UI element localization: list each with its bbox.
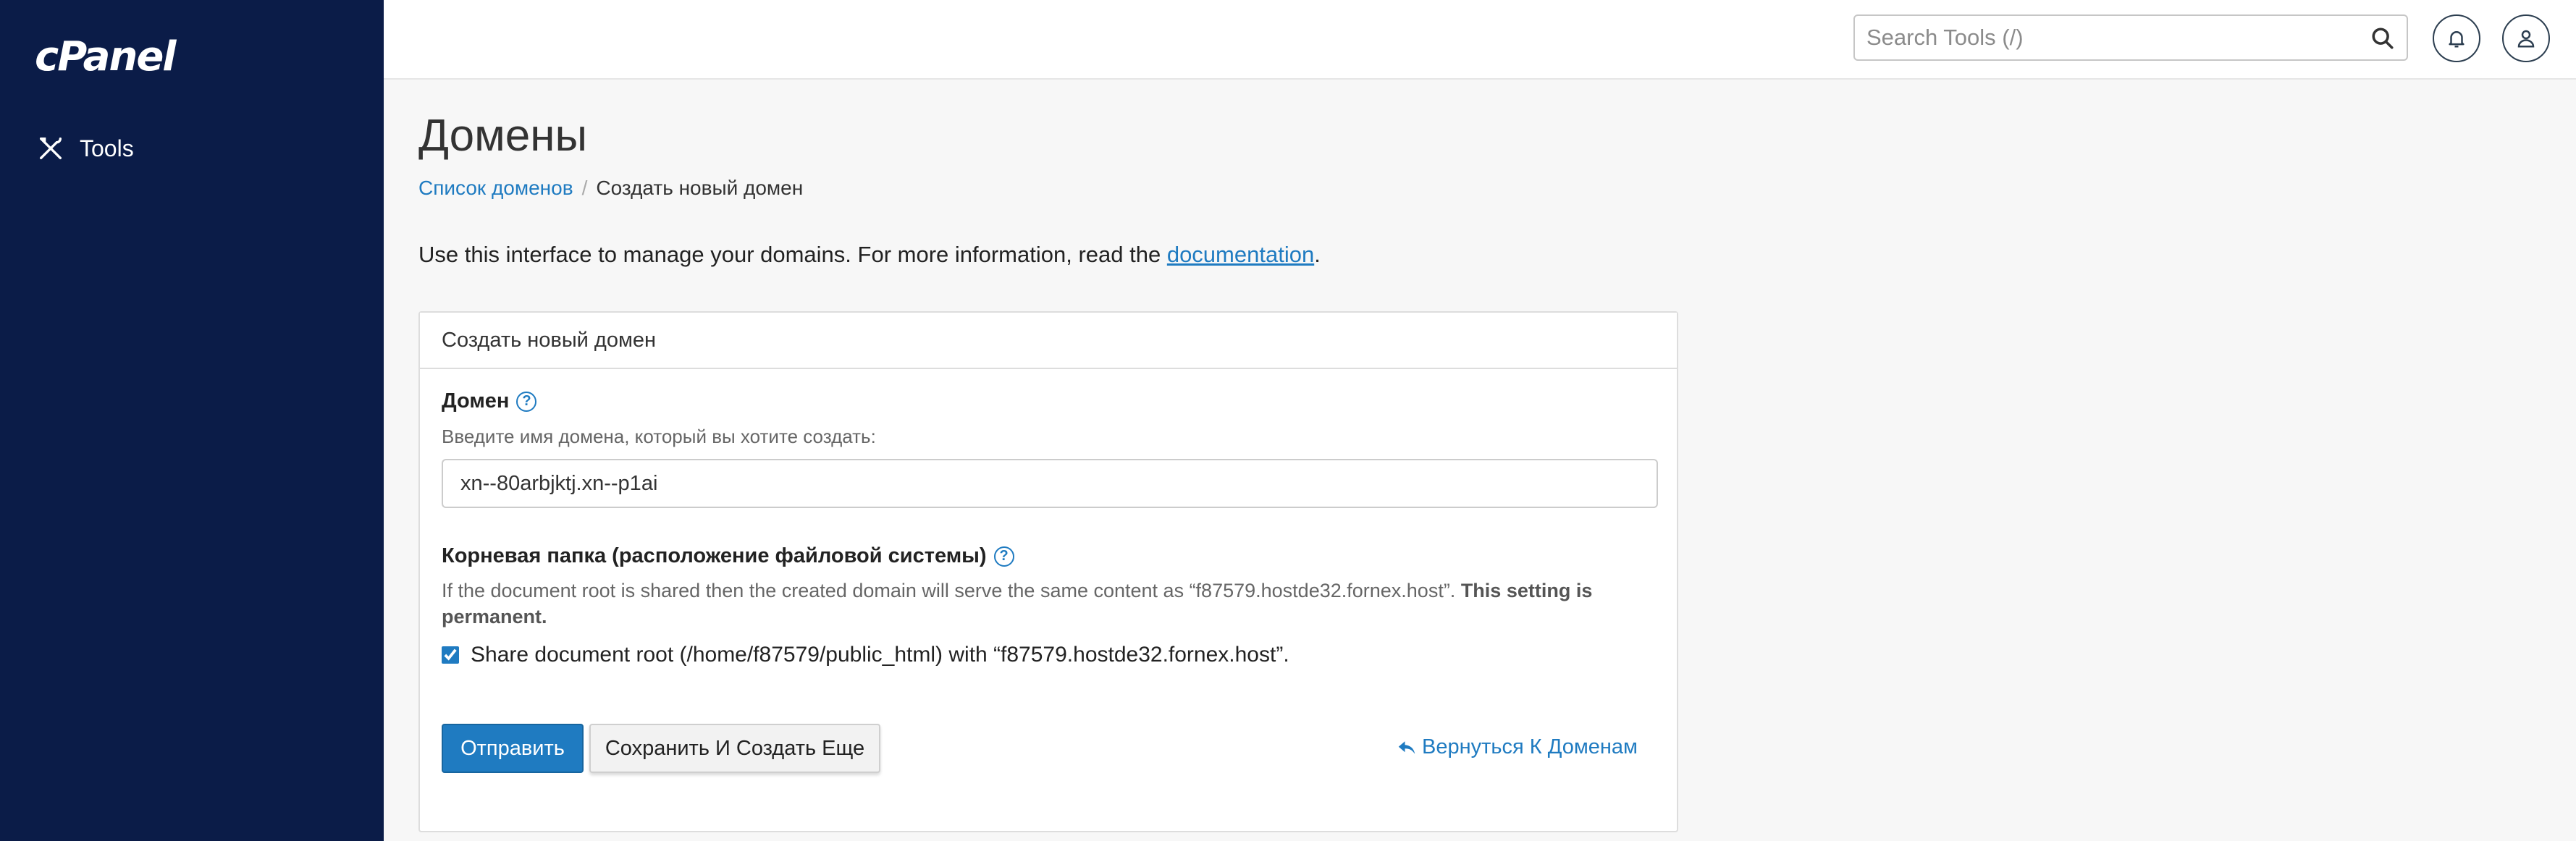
search-input[interactable]: [1866, 16, 2359, 59]
domain-input[interactable]: [442, 459, 1658, 508]
share-docroot-checkbox[interactable]: [442, 646, 459, 664]
domain-label: Домен: [442, 389, 510, 413]
intro-end: .: [1314, 242, 1321, 267]
docroot-label-row: Корневая папка (расположение файловой си…: [442, 544, 1014, 568]
documentation-link[interactable]: documentation: [1167, 242, 1314, 267]
panel-title: Создать новый домен: [420, 313, 1677, 369]
sidebar: cPanel Tools: [0, 0, 384, 841]
share-docroot-row[interactable]: Share document root (/home/f87579/public…: [442, 643, 1289, 667]
reply-arrow-icon: [1398, 740, 1415, 754]
tools-icon: [40, 138, 62, 159]
breadcrumb-separator: /: [581, 177, 588, 199]
intro-text: Use this interface to manage your domain…: [418, 242, 1321, 268]
create-domain-panel: Создать новый домен Домен ? Введите имя …: [418, 311, 1678, 832]
breadcrumb-parent-link[interactable]: Список доменов: [418, 177, 573, 200]
docroot-description-text: If the document root is shared then the …: [442, 580, 1461, 601]
save-and-create-button[interactable]: Сохранить И Создать Еще: [589, 724, 880, 773]
docroot-help-icon[interactable]: ?: [993, 546, 1014, 567]
top-header: [384, 0, 2576, 80]
breadcrumb: Список доменов / Создать новый домен: [418, 177, 803, 200]
sidebar-item-tools[interactable]: Tools: [36, 130, 134, 166]
user-menu-button[interactable]: [2502, 14, 2550, 62]
domain-help-icon[interactable]: ?: [516, 391, 537, 412]
page-title: Домены: [418, 111, 588, 161]
docroot-description: If the document root is shared then the …: [442, 578, 1658, 630]
domain-hint: Введите имя домена, который вы хотите со…: [442, 426, 876, 447]
breadcrumb-current: Создать новый домен: [596, 177, 804, 199]
submit-button[interactable]: Отправить: [442, 724, 584, 773]
back-to-domains-link[interactable]: Вернуться К Доменам: [1396, 735, 1638, 759]
search-icon[interactable]: [2370, 26, 2395, 51]
intro-body: Use this interface to manage your domain…: [418, 242, 1167, 267]
share-docroot-label[interactable]: Share document root (/home/f87579/public…: [471, 643, 1289, 667]
search-box: [1853, 14, 2408, 61]
cpanel-logo[interactable]: cPanel: [35, 33, 176, 80]
notifications-button[interactable]: [2433, 14, 2480, 62]
back-to-domains-label[interactable]: Вернуться К Доменам: [1422, 735, 1638, 759]
user-icon: [2517, 30, 2535, 48]
docroot-label: Корневая папка (расположение файловой си…: [442, 544, 987, 567]
domain-label-row: Домен ?: [442, 389, 537, 413]
bell-icon: [2449, 31, 2465, 48]
sidebar-item-label: Tools: [80, 135, 134, 161]
